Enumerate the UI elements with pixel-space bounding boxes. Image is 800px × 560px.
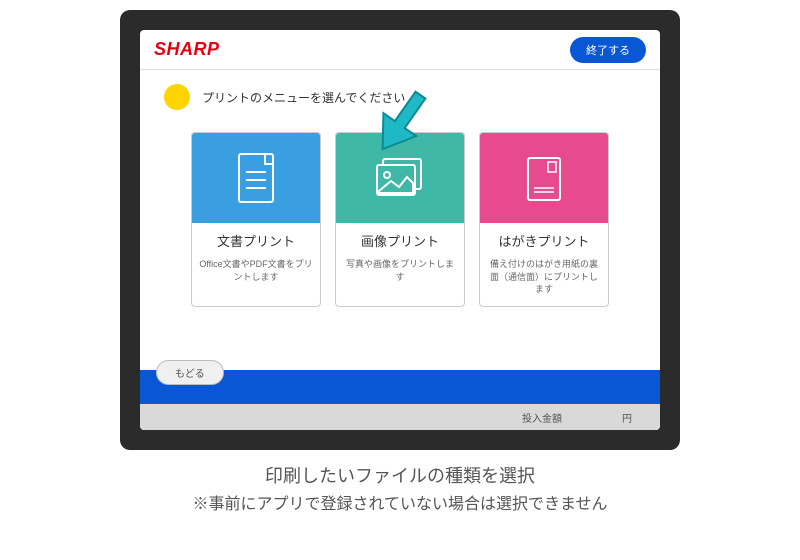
card-title: 文書プリント [192,223,320,258]
card-title: はがきプリント [480,223,608,258]
footer-bar: もどる [140,370,660,404]
header-bar: SHARP 終了する [140,30,660,70]
content-area: プリントのメニューを選んでください 文書プリント [140,70,660,370]
screen: SHARP 終了する プリントのメニューを選んでください [140,30,660,430]
menu-cards: 文書プリント Office文書やPDF文書をプリントします 画像プリント 写真や… [164,132,636,307]
image-icon [336,133,464,223]
instruction-row: プリントのメニューを選んでください [164,84,636,110]
card-title: 画像プリント [336,223,464,258]
postcard-icon [480,133,608,223]
card-desc: Office文書やPDF文書をプリントします [192,258,320,293]
exit-button[interactable]: 終了する [570,37,646,63]
brand-logo: SHARP [154,39,220,60]
document-icon [192,133,320,223]
image-print-card[interactable]: 画像プリント 写真や画像をプリントします [335,132,465,307]
document-print-card[interactable]: 文書プリント Office文書やPDF文書をプリントします [191,132,321,307]
currency-label: 円 [622,410,632,425]
caption-line2: ※事前にアプリで登録されていない場合は選択できません [0,490,800,514]
postcard-print-card[interactable]: はがきプリント 備え付けのはがき用紙の裏面（通信面）にプリントします [479,132,609,307]
instruction-text: プリントのメニューを選んでください [202,89,405,106]
device-frame: SHARP 終了する プリントのメニューを選んでください [120,10,680,450]
status-dot-icon [164,84,190,110]
caption: 印刷したいファイルの種類を選択 ※事前にアプリで登録されていない場合は選択できま… [0,462,800,514]
card-desc: 備え付けのはがき用紙の裏面（通信面）にプリントします [480,258,608,306]
back-button[interactable]: もどる [156,360,224,385]
deposit-bar: 投入金額 円 [140,404,660,430]
card-desc: 写真や画像をプリントします [336,258,464,293]
caption-line1: 印刷したいファイルの種類を選択 [0,462,800,488]
deposit-label: 投入金額 [522,410,562,425]
